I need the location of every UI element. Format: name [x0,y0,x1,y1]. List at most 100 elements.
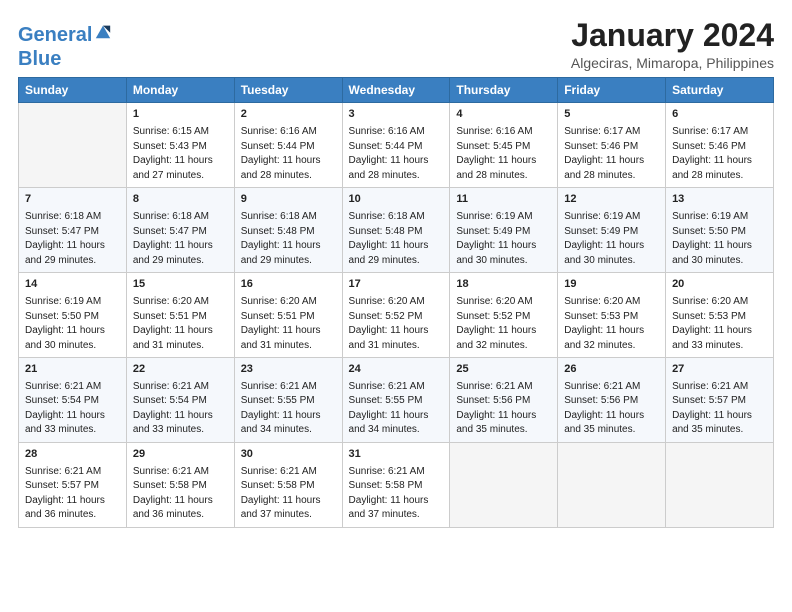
day-info: Daylight: 11 hours [25,409,120,424]
day-info: Sunset: 5:49 PM [564,225,659,240]
day-info: Sunset: 5:53 PM [672,310,767,325]
day-info: Sunset: 5:56 PM [564,394,659,409]
day-info: Sunset: 5:57 PM [672,394,767,409]
table-row: 22Sunrise: 6:21 AMSunset: 5:54 PMDayligh… [126,358,234,443]
day-info: Daylight: 11 hours [133,409,228,424]
day-info: Daylight: 11 hours [456,239,551,254]
table-row: 2Sunrise: 6:16 AMSunset: 5:44 PMDaylight… [234,103,342,188]
day-info: Sunset: 5:48 PM [241,225,336,240]
day-info: Daylight: 11 hours [25,324,120,339]
day-number: 7 [25,192,120,208]
day-info: Daylight: 11 hours [25,494,120,509]
day-number: 25 [456,362,551,378]
day-info: Sunrise: 6:17 AM [672,125,767,140]
day-info: Daylight: 11 hours [672,324,767,339]
table-row: 5Sunrise: 6:17 AMSunset: 5:46 PMDaylight… [558,103,666,188]
day-info: and 29 minutes. [241,254,336,269]
day-info: Daylight: 11 hours [672,239,767,254]
day-number: 12 [564,192,659,208]
day-info: Sunset: 5:55 PM [349,394,444,409]
day-info: Sunrise: 6:18 AM [25,210,120,225]
day-info: Sunset: 5:46 PM [672,140,767,155]
day-info: Daylight: 11 hours [349,494,444,509]
table-row: 17Sunrise: 6:20 AMSunset: 5:52 PMDayligh… [342,273,450,358]
table-row: 31Sunrise: 6:21 AMSunset: 5:58 PMDayligh… [342,442,450,527]
calendar-week-row: 28Sunrise: 6:21 AMSunset: 5:57 PMDayligh… [19,442,774,527]
day-info: and 31 minutes. [349,339,444,354]
day-number: 31 [349,447,444,463]
day-info: Daylight: 11 hours [564,324,659,339]
day-info: Sunrise: 6:21 AM [133,380,228,395]
day-info: Sunset: 5:48 PM [349,225,444,240]
table-row: 27Sunrise: 6:21 AMSunset: 5:57 PMDayligh… [666,358,774,443]
calendar-table: Sunday Monday Tuesday Wednesday Thursday… [18,77,774,528]
day-info: Sunrise: 6:21 AM [241,465,336,480]
table-row: 15Sunrise: 6:20 AMSunset: 5:51 PMDayligh… [126,273,234,358]
table-row: 19Sunrise: 6:20 AMSunset: 5:53 PMDayligh… [558,273,666,358]
day-number: 24 [349,362,444,378]
day-info: Sunrise: 6:21 AM [25,380,120,395]
day-info: and 31 minutes. [241,339,336,354]
day-number: 27 [672,362,767,378]
table-row: 24Sunrise: 6:21 AMSunset: 5:55 PMDayligh… [342,358,450,443]
col-sunday: Sunday [19,78,127,103]
day-info: Sunrise: 6:21 AM [241,380,336,395]
day-info: Sunrise: 6:19 AM [25,295,120,310]
day-info: Sunset: 5:58 PM [349,479,444,494]
day-info: and 28 minutes. [456,169,551,184]
day-info: Sunset: 5:54 PM [25,394,120,409]
logo-text-line1: General [18,24,92,46]
calendar-week-row: 21Sunrise: 6:21 AMSunset: 5:54 PMDayligh… [19,358,774,443]
table-row: 12Sunrise: 6:19 AMSunset: 5:49 PMDayligh… [558,188,666,273]
day-number: 9 [241,192,336,208]
day-info: Sunset: 5:57 PM [25,479,120,494]
day-info: Daylight: 11 hours [456,409,551,424]
day-info: and 36 minutes. [133,508,228,523]
day-info: Sunset: 5:50 PM [672,225,767,240]
table-row [450,442,558,527]
day-info: and 34 minutes. [349,423,444,438]
day-info: Daylight: 11 hours [133,324,228,339]
header: General Blue January 2024 Algeciras, Mim… [18,18,774,71]
col-wednesday: Wednesday [342,78,450,103]
day-info: Daylight: 11 hours [241,239,336,254]
table-row: 4Sunrise: 6:16 AMSunset: 5:45 PMDaylight… [450,103,558,188]
day-info: Sunset: 5:50 PM [25,310,120,325]
day-info: Sunrise: 6:20 AM [456,295,551,310]
day-number: 19 [564,277,659,293]
day-number: 11 [456,192,551,208]
logo-icon [94,22,112,40]
day-info: Sunset: 5:46 PM [564,140,659,155]
day-info: Daylight: 11 hours [241,154,336,169]
day-info: Daylight: 11 hours [349,409,444,424]
day-info: Sunset: 5:49 PM [456,225,551,240]
day-info: Sunrise: 6:19 AM [672,210,767,225]
day-number: 15 [133,277,228,293]
subtitle: Algeciras, Mimaropa, Philippines [571,55,774,71]
day-info: Sunset: 5:58 PM [241,479,336,494]
table-row: 16Sunrise: 6:20 AMSunset: 5:51 PMDayligh… [234,273,342,358]
day-info: Sunrise: 6:19 AM [564,210,659,225]
table-row: 14 Sunrise: 6:19 AMSunset: 5:50 PMDayligh… [19,273,127,358]
table-row [19,103,127,188]
calendar-week-row: 14Sunrise: 6:19 AMSunset: 5:50 PMDayligh… [19,273,774,358]
day-info: Sunrise: 6:21 AM [456,380,551,395]
day-info: Sunrise: 6:18 AM [241,210,336,225]
table-row: 9 Sunrise: 6:18 AMSunset: 5:48 PMDaylight… [234,188,342,273]
day-info: Sunrise: 6:21 AM [564,380,659,395]
day-info: and 34 minutes. [241,423,336,438]
day-info: Sunrise: 6:18 AM [133,210,228,225]
day-info: and 33 minutes. [672,339,767,354]
day-info: Daylight: 11 hours [564,154,659,169]
day-info: Sunrise: 6:21 AM [133,465,228,480]
table-row: 1Sunrise: 6:15 AMSunset: 5:43 PMDaylight… [126,103,234,188]
main-title: January 2024 [571,18,774,53]
day-info: Sunset: 5:47 PM [25,225,120,240]
day-info: and 30 minutes. [25,339,120,354]
day-info: Sunrise: 6:20 AM [564,295,659,310]
day-number: 6 [672,107,767,123]
day-info: and 28 minutes. [241,169,336,184]
day-info: and 29 minutes. [349,254,444,269]
day-info: and 30 minutes. [564,254,659,269]
day-number: 14 [25,277,120,293]
